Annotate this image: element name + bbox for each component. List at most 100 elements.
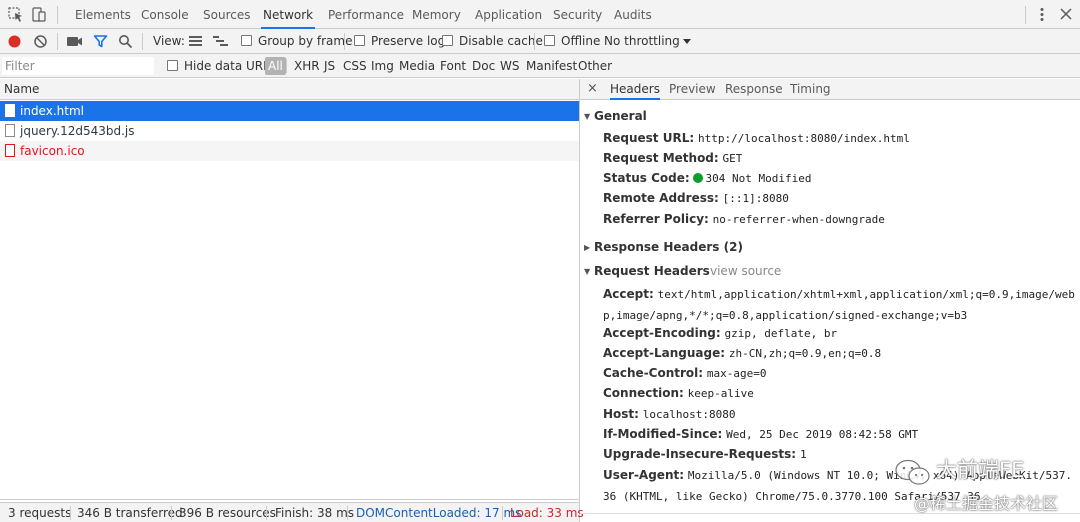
header-accept-language: Accept-Language: zh-CN,zh;q=0.9,en;q=0.8	[603, 346, 882, 360]
filter-type-img[interactable]: Img	[371, 54, 394, 78]
detail-tabbar: × Headers Preview Response Timing	[580, 79, 1080, 100]
hide-data-urls-checkbox[interactable]	[167, 60, 178, 71]
request-name: jquery.12d543bd.js	[20, 124, 135, 138]
watermark-subtitle: @稀土掘金技术社区	[914, 494, 1059, 513]
search-icon[interactable]	[118, 34, 133, 49]
header-accept-encoding: Accept-Encoding: gzip, deflate, br	[603, 326, 838, 340]
summary-load: Load: 33 ms	[510, 506, 584, 520]
group-by-frame-checkbox[interactable]	[241, 35, 252, 46]
header-remote-address: Remote Address: [::1]:8080	[603, 191, 789, 205]
inspect-element-icon[interactable]	[7, 6, 25, 23]
summary-divider	[171, 506, 172, 520]
header-connection: Connection: keep-alive	[603, 386, 754, 400]
disable-cache-checkbox[interactable]	[442, 35, 453, 46]
toolbar-divider	[534, 33, 535, 50]
throttling-select[interactable]: No throttling	[604, 29, 680, 54]
document-icon	[5, 104, 15, 117]
waterfall-overview-icon[interactable]	[212, 35, 229, 48]
tab-audits[interactable]: Audits	[612, 0, 654, 29]
section-request-headers[interactable]: ▼ Request Headers	[584, 261, 710, 281]
summary-divider	[70, 506, 71, 520]
network-summary-bar: 3 requests 346 B transferred 396 B resou…	[0, 502, 584, 522]
header-host: Host: localhost:8080	[603, 407, 736, 421]
summary-divider	[502, 506, 503, 520]
close-devtools-icon[interactable]	[1057, 6, 1075, 23]
section-general[interactable]: ▼ General	[584, 106, 647, 126]
tab-performance[interactable]: Performance	[326, 0, 406, 29]
name-column-header[interactable]: Name	[0, 79, 579, 100]
hide-data-urls-label: Hide data URLs	[184, 59, 277, 73]
summary-requests: 3 requests	[8, 506, 72, 520]
tab-network[interactable]: Network	[261, 0, 316, 29]
request-row-index-html[interactable]: index.html	[0, 101, 579, 121]
filter-type-other[interactable]: Other	[578, 54, 612, 78]
close-icon[interactable]: ×	[587, 79, 598, 100]
view-label: View:	[153, 34, 185, 48]
header-referrer-policy: Referrer Policy: no-referrer-when-downgr…	[603, 212, 885, 226]
filter-type-ws[interactable]: WS	[500, 54, 519, 78]
offline-checkbox[interactable]	[544, 35, 555, 46]
header-request-url: Request URL: http://localhost:8080/index…	[603, 131, 910, 145]
filter-type-js[interactable]: JS	[324, 54, 335, 78]
header-cache-control: Cache-Control: max-age=0	[603, 366, 767, 380]
summary-divider	[266, 506, 267, 520]
watermark-title: 大前端FE	[936, 458, 1025, 482]
filter-input[interactable]	[2, 57, 154, 75]
offline-label: Offline	[561, 34, 601, 48]
wechat-logo-icon	[895, 459, 930, 485]
summary-finish: Finish: 38 ms	[275, 506, 355, 520]
devtools-tabbar: Elements Console Sources Network Perform…	[0, 0, 1080, 29]
request-row-jquery[interactable]: jquery.12d543bd.js	[0, 121, 579, 141]
header-status-code: Status Code: 304 Not Modified	[603, 171, 812, 185]
summary-divider	[347, 506, 348, 520]
filter-divider	[286, 59, 287, 73]
tab-sources[interactable]: Sources	[201, 0, 252, 29]
filter-type-media[interactable]: Media	[399, 54, 435, 78]
tab-elements[interactable]: Elements	[73, 0, 133, 29]
panel-splitter[interactable]	[579, 79, 580, 522]
tab-headers[interactable]: Headers	[610, 79, 660, 100]
filter-type-all[interactable]: All	[265, 57, 286, 75]
preserve-log-checkbox[interactable]	[354, 35, 365, 46]
tab-preview[interactable]: Preview	[669, 79, 716, 100]
filter-bar: Hide data URLs All XHR JS CSS Img Media …	[0, 54, 1080, 78]
large-rows-icon[interactable]	[188, 35, 203, 48]
filter-type-manifest[interactable]: Manifest	[526, 54, 577, 78]
status-ok-icon	[693, 173, 704, 183]
filter-type-font[interactable]: Font	[440, 54, 466, 78]
group-by-frame-label: Group by frame	[258, 34, 353, 48]
filter-type-css[interactable]: CSS	[343, 54, 367, 78]
record-icon[interactable]	[7, 34, 22, 49]
network-toolbar: View: Group by frame Preserve log Disabl…	[0, 29, 1080, 54]
header-request-method: Request Method: GET	[603, 151, 743, 165]
filter-type-xhr[interactable]: XHR	[294, 54, 320, 78]
tab-console[interactable]: Console	[139, 0, 191, 29]
tab-security[interactable]: Security	[551, 0, 604, 29]
preserve-log-label: Preserve log	[371, 34, 446, 48]
request-row-favicon[interactable]: favicon.ico	[0, 141, 579, 161]
tab-timing[interactable]: Timing	[790, 79, 831, 100]
tab-application[interactable]: Application	[473, 0, 544, 29]
screenshot-camera-icon[interactable]	[66, 35, 83, 48]
filter-funnel-icon[interactable]	[93, 34, 108, 49]
tab-memory[interactable]: Memory	[410, 0, 463, 29]
summary-resources: 396 B resources	[179, 506, 276, 520]
disable-cache-label: Disable cache	[459, 34, 543, 48]
tab-response[interactable]: Response	[725, 79, 783, 100]
request-name: favicon.ico	[20, 144, 85, 158]
header-upgrade-insecure-requests: Upgrade-Insecure-Requests: 1	[603, 447, 807, 461]
device-toolbar-icon[interactable]	[30, 6, 48, 23]
toolbar-divider	[57, 33, 58, 50]
tabbar-divider	[57, 6, 58, 24]
expanded-triangle-icon: ▼	[584, 267, 591, 276]
header-accept: Accept: text/html,application/xhtml+xml,…	[603, 287, 1075, 322]
more-options-icon[interactable]	[1033, 6, 1051, 23]
header-if-modified-since: If-Modified-Since: Wed, 25 Dec 2019 08:4…	[603, 427, 919, 441]
clear-icon[interactable]	[33, 34, 48, 49]
view-source-link[interactable]: view source	[710, 261, 781, 281]
filter-type-doc[interactable]: Doc	[472, 54, 495, 78]
toolbar-divider	[142, 33, 143, 50]
chevron-down-icon[interactable]	[682, 38, 692, 45]
section-response-headers[interactable]: ▶ Response Headers (2)	[584, 237, 743, 257]
summary-domcontentloaded: DOMContentLoaded: 17 ms	[356, 506, 522, 520]
